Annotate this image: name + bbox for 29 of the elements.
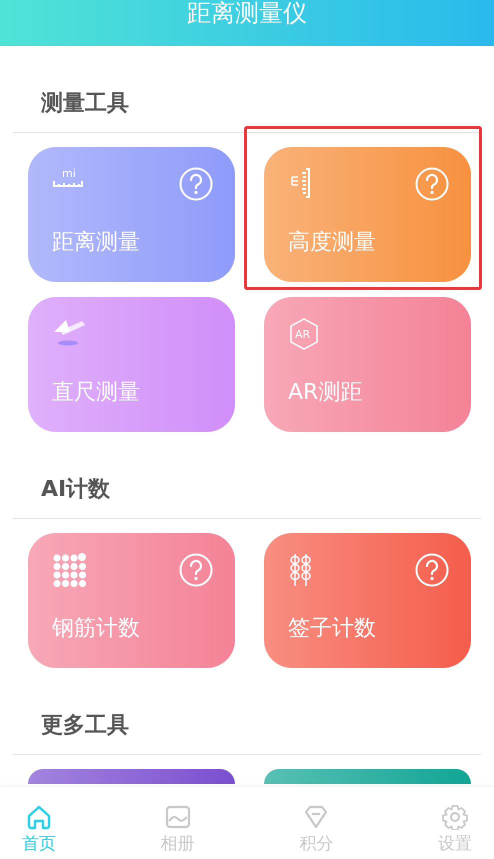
section-title: 更多工具 [40,712,130,740]
card-label: 直尺测量 [52,379,141,407]
ar-icon: AR [288,317,320,351]
gem-icon [303,804,330,830]
card-label: 钢筋计数 [52,615,141,643]
app-title: 距离测量仪 [187,0,307,26]
settings-icon [442,804,468,830]
card-label: AR测距 [288,379,364,407]
tool-card[interactable]: mi 距离测量 [28,147,235,282]
tool-card[interactable] [28,769,235,784]
tool-card[interactable]: AR AR测距 [264,297,471,432]
tab-item[interactable]: 首页 [22,787,56,859]
card-label: 距离测量 [52,229,141,257]
help-icon[interactable] [179,553,213,587]
tool-card[interactable] [264,769,471,784]
help-icon[interactable] [415,553,449,587]
section-title: AI计数 [40,476,112,504]
help-icon[interactable] [415,167,449,201]
tool-card[interactable]: 直尺测量 [28,297,235,432]
card-label: 签子计数 [288,615,377,643]
home-icon [26,804,52,830]
card-label: 高度测量 [288,229,377,257]
tool-card[interactable]: 签子计数 [264,533,471,668]
tool-card[interactable]: 钢筋计数 [28,533,235,668]
section-title: 测量工具 [40,90,130,118]
dots-icon [52,553,86,587]
tool-card[interactable]: 高度测量 [264,147,471,282]
help-icon[interactable] [179,167,213,201]
image-icon [164,804,191,830]
